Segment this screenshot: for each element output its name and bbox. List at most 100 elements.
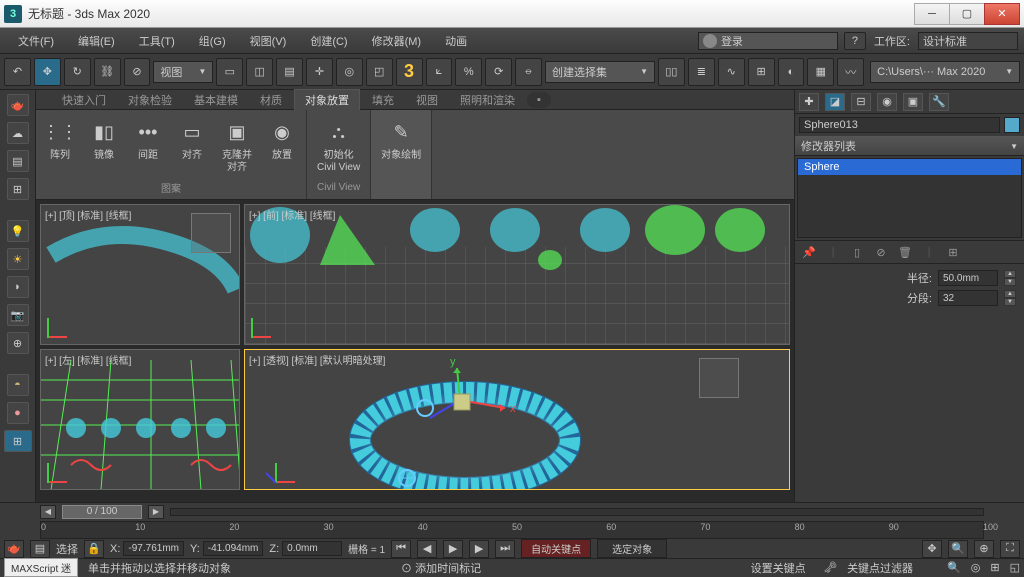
schematic-icon[interactable]: ⊞ <box>748 58 775 86</box>
login-box[interactable]: 登录 <box>698 32 838 50</box>
ribtab-placement[interactable]: 对象放置 <box>294 89 360 110</box>
ribbon-item[interactable]: ⛬初始化Civil View <box>313 114 364 178</box>
material-icon[interactable]: ◐ <box>778 58 805 86</box>
menu-edit[interactable]: 编辑(E) <box>66 29 127 53</box>
selected-obj-drop[interactable]: 选定对象 <box>597 539 667 558</box>
segments-spinner[interactable]: ▲▼ <box>1004 290 1016 306</box>
select-name-icon[interactable]: ▤ <box>276 58 303 86</box>
segments-input[interactable]: 32 <box>938 290 998 306</box>
nav-pan-icon[interactable]: ✥ <box>922 540 942 558</box>
maximize-button[interactable]: ▢ <box>949 3 985 25</box>
modifier-list-dropdown[interactable]: 修改器列表▼ <box>795 136 1024 156</box>
workspace-dropdown[interactable]: 设计标准 <box>918 32 1018 50</box>
nav-all-icon[interactable]: ⊞ <box>990 561 999 574</box>
modifier-item[interactable]: Sphere <box>798 159 1021 175</box>
ribtab-objcheck[interactable]: 对象检验 <box>118 90 182 110</box>
next-frame-icon[interactable]: ▶ <box>148 505 164 519</box>
show-result-icon[interactable]: ▯ <box>849 244 865 260</box>
undo-icon[interactable]: ↶ <box>4 58 31 86</box>
time-slider[interactable]: ◀ 0 / 100 ▶ <box>0 503 1024 521</box>
scale-icon[interactable]: ◰ <box>366 58 393 86</box>
y-coord[interactable]: -41.094mm <box>203 541 264 556</box>
close-button[interactable]: ✕ <box>984 3 1020 25</box>
viewport-layout-icon[interactable]: ⊞ <box>4 430 32 452</box>
x-coord[interactable]: -97.761mm <box>123 541 184 556</box>
dome-icon[interactable]: ◓ <box>7 374 29 396</box>
align-icon[interactable]: ▯▯ <box>658 58 685 86</box>
nav-orbit-icon[interactable]: ⊕ <box>974 540 994 558</box>
layers-icon[interactable]: ≣ <box>688 58 715 86</box>
help-icon[interactable]: ? <box>844 32 866 50</box>
unlink-icon[interactable]: ⊘ <box>124 58 151 86</box>
select-icon[interactable]: ▭ <box>216 58 243 86</box>
light-icon[interactable]: 💡 <box>7 220 29 242</box>
cloud-icon[interactable]: ☁ <box>7 122 29 144</box>
nav-zoom2-icon[interactable]: 🔍 <box>947 561 961 574</box>
rotate-icon[interactable]: ◎ <box>336 58 363 86</box>
prev-key-icon[interactable]: ◀ <box>417 540 437 558</box>
viewport-perspective[interactable]: [+] [透视] [标准] [默认明暗处理] <box>244 349 790 490</box>
render-icon[interactable]: 〰 <box>837 58 864 86</box>
utilities-tab-icon[interactable]: 🔧 <box>929 93 949 111</box>
render-setup-icon[interactable]: ▦ <box>807 58 834 86</box>
sun-icon[interactable]: ☀ <box>7 248 29 270</box>
pin-stack-icon[interactable]: 📌 <box>801 244 817 260</box>
select-rect-icon[interactable]: ◫ <box>246 58 273 86</box>
minimize-button[interactable]: ─ <box>914 3 950 25</box>
menu-animation[interactable]: 动画 <box>433 29 479 53</box>
ribtab-populate[interactable]: 填充 <box>362 90 404 110</box>
ribbon-item[interactable]: ▮▯镜像 <box>86 114 122 166</box>
ribtab-collapse-icon[interactable]: ▪ <box>527 92 551 108</box>
modify-tab-icon[interactable]: ◪ <box>825 93 845 111</box>
menu-view[interactable]: 视图(V) <box>238 29 299 53</box>
modifier-stack[interactable]: Sphere <box>797 158 1022 238</box>
menu-file[interactable]: 文件(F) <box>6 29 66 53</box>
nav-max-icon[interactable]: ⛶ <box>1000 540 1020 558</box>
recent-path[interactable]: C:\Users\··· Max 2020▼ <box>870 61 1020 83</box>
maxscript-listener[interactable]: MAXScript 迷 <box>4 558 78 577</box>
setkey-button[interactable]: 设置关键点 <box>743 560 813 576</box>
ribtab-modeling[interactable]: 基本建模 <box>184 90 248 110</box>
listener-icon[interactable]: ▤ <box>30 540 50 558</box>
motion-tab-icon[interactable]: ◉ <box>877 93 897 111</box>
play-icon[interactable]: ▶ <box>443 540 463 558</box>
mirror-icon[interactable]: ⦵ <box>515 58 542 86</box>
ribbon-item[interactable]: •••间距 <box>130 114 166 166</box>
grid-icon[interactable]: ⊞ <box>7 178 29 200</box>
nav-zoom-icon[interactable]: 🔍 <box>948 540 968 558</box>
display-tab-icon[interactable]: ▣ <box>903 93 923 111</box>
remove-mod-icon[interactable]: 🗑 <box>897 244 913 260</box>
radius-input[interactable]: 50.0mm <box>938 270 998 286</box>
viewcube-icon[interactable] <box>191 213 231 253</box>
object-name-input[interactable] <box>799 117 1000 133</box>
camera-icon[interactable]: 📷 <box>7 304 29 326</box>
ribbon-item[interactable]: ▭对齐 <box>174 114 210 166</box>
refcoord-dropdown[interactable]: 视图▼ <box>153 61 213 83</box>
menu-group[interactable]: 组(G) <box>187 29 238 53</box>
move-icon[interactable]: ✛ <box>306 58 333 86</box>
curve-editor-icon[interactable]: ∿ <box>718 58 745 86</box>
percent-snap-icon[interactable]: % <box>455 58 482 86</box>
time-ruler[interactable]: 0102030405060708090100 <box>40 521 984 539</box>
configure-icon[interactable]: ⊞ <box>945 244 961 260</box>
ribbon-item[interactable]: ✎对象绘制 <box>377 114 425 166</box>
goto-start-icon[interactable]: ⏮ <box>391 540 411 558</box>
viewport-front[interactable]: [+] [前] [标准] [线框] <box>244 204 790 345</box>
object-color-swatch[interactable] <box>1004 117 1020 133</box>
snap-toggle-icon[interactable]: 3 <box>396 58 423 86</box>
z-coord[interactable]: 0.0mm <box>282 541 342 556</box>
angle-snap-icon[interactable]: ⟀ <box>426 58 453 86</box>
autokey-button[interactable]: 自动关键点 <box>521 539 591 558</box>
viewport-left[interactable]: [+] [左] [标准] [线框] <box>40 349 240 490</box>
viewcube-icon[interactable] <box>699 358 739 398</box>
teapot-icon[interactable]: 🫖 <box>7 94 29 116</box>
keyfilter-button[interactable]: 关键点过滤器 <box>847 560 937 576</box>
ribbon-item[interactable]: ▣克隆并对齐 <box>218 114 256 178</box>
ribbon-item[interactable]: ⋮⋮阵列 <box>42 114 78 166</box>
move-tool-icon[interactable]: ✥ <box>34 58 61 86</box>
sphere-icon[interactable]: ● <box>7 402 29 424</box>
maxscript-icon[interactable]: 🫖 <box>4 540 24 558</box>
prev-frame-icon[interactable]: ◀ <box>40 505 56 519</box>
menu-modifier[interactable]: 修改器(M) <box>360 29 434 53</box>
nav-min-icon[interactable]: ◱ <box>1010 561 1020 574</box>
